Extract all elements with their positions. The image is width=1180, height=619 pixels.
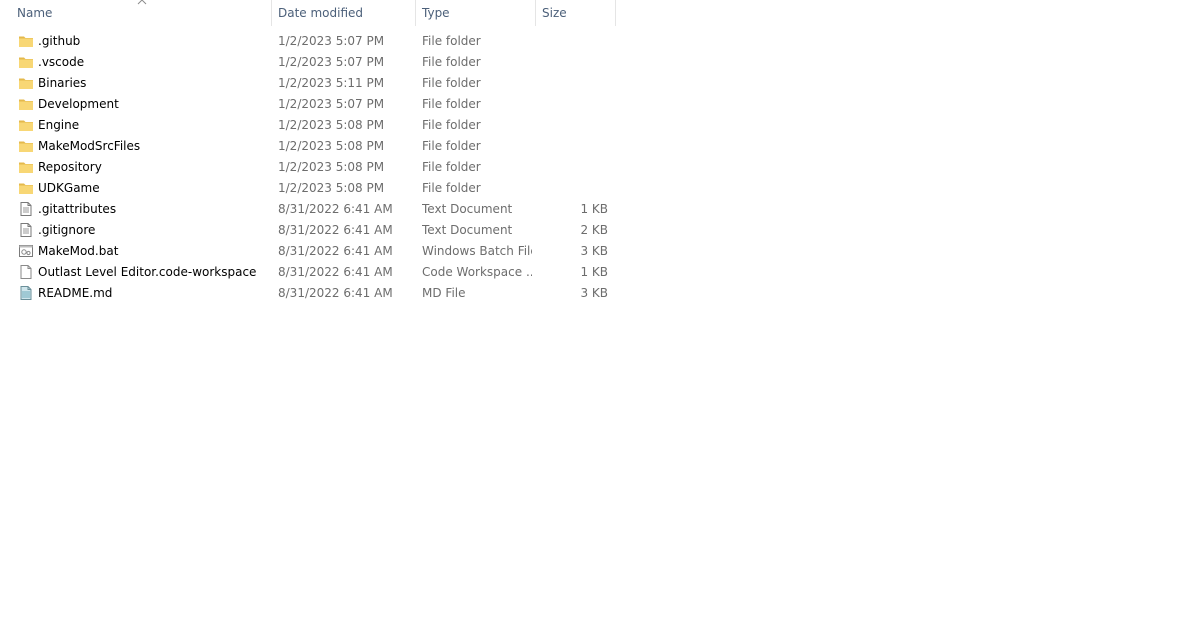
file-name: MakeModSrcFiles (38, 139, 141, 153)
folder-icon (18, 94, 34, 115)
folder-icon (18, 52, 34, 73)
column-header-date-modified[interactable]: Date modified (272, 0, 416, 26)
column-header-date-label: Date modified (278, 6, 364, 20)
file-row[interactable]: .gitignore 8/31/2022 6:41 AM Text Document… (0, 220, 616, 241)
file-type: File folder (422, 34, 481, 48)
file-type: MD File (422, 286, 466, 300)
folder-icon (18, 157, 34, 178)
file-date-modified: 1/2/2023 5:08 PM (278, 118, 385, 132)
file-date-modified: 8/31/2022 6:41 AM (278, 202, 393, 216)
file-size: 3 KB (580, 244, 608, 258)
file-row[interactable]: MakeModSrcFiles 1/2/2023 5:08 PM File fold… (0, 136, 616, 157)
file-date-modified: 1/2/2023 5:07 PM (278, 97, 385, 111)
file-size: 1 KB (580, 202, 608, 216)
text-document-icon (18, 199, 34, 220)
file-type: Windows Batch File (422, 244, 532, 258)
column-header-size[interactable]: Size (536, 0, 616, 26)
file-row[interactable]: .github 1/2/2023 5:07 PM File folder (0, 31, 616, 52)
file-date-modified: 8/31/2022 6:41 AM (278, 265, 393, 279)
file-name: UDKGame (38, 181, 100, 195)
file-date-modified: 8/31/2022 6:41 AM (278, 223, 393, 237)
folder-icon (18, 136, 34, 157)
file-row[interactable]: Binaries 1/2/2023 5:11 PM File folder (0, 73, 616, 94)
file-type: File folder (422, 76, 481, 90)
column-header-type[interactable]: Type (416, 0, 536, 26)
sort-ascending-icon (137, 0, 147, 5)
file-size (540, 136, 608, 157)
folder-icon (18, 73, 34, 94)
file-list: .github 1/2/2023 5:07 PM File folder .vscod… (0, 31, 616, 304)
file-type: Text Document (422, 223, 513, 237)
file-type: File folder (422, 97, 481, 111)
file-size (540, 115, 608, 136)
file-name: README.md (38, 286, 113, 300)
file-type: Text Document (422, 202, 513, 216)
file-name: MakeMod.bat (38, 244, 119, 258)
file-size (540, 157, 608, 178)
file-row[interactable]: .gitattributes 8/31/2022 6:41 AM Text Docu… (0, 199, 616, 220)
file-name: Outlast Level Editor.code-workspace (38, 265, 257, 279)
file-size (540, 52, 608, 73)
file-name: Development (38, 97, 119, 111)
file-date-modified: 1/2/2023 5:08 PM (278, 181, 385, 195)
file-date-modified: 8/31/2022 6:41 AM (278, 286, 393, 300)
file-name: .github (38, 34, 81, 48)
blank-file-icon (18, 262, 34, 283)
file-type: File folder (422, 55, 481, 69)
file-name: Repository (38, 160, 102, 174)
column-header-name-label: Name (17, 6, 53, 20)
file-size (540, 73, 608, 94)
file-row[interactable]: README.md 8/31/2022 6:41 AM MD File 3 KB (0, 283, 616, 304)
file-row[interactable]: Engine 1/2/2023 5:08 PM File folder (0, 115, 616, 136)
file-name: .vscode (38, 55, 85, 69)
file-date-modified: 1/2/2023 5:08 PM (278, 160, 385, 174)
file-date-modified: 1/2/2023 5:07 PM (278, 34, 385, 48)
file-size (540, 94, 608, 115)
file-size: 1 KB (580, 265, 608, 279)
file-type: File folder (422, 139, 481, 153)
file-size: 2 KB (580, 223, 608, 237)
file-size: 3 KB (580, 286, 608, 300)
file-row[interactable]: UDKGame 1/2/2023 5:08 PM File folder (0, 178, 616, 199)
folder-icon (18, 115, 34, 136)
md-file-icon (18, 283, 34, 304)
column-header-size-label: Size (542, 6, 567, 20)
file-size (540, 31, 608, 52)
folder-icon (18, 31, 34, 52)
file-type: File folder (422, 160, 481, 174)
file-row[interactable]: Repository 1/2/2023 5:08 PM File folder (0, 157, 616, 178)
file-size (540, 178, 608, 199)
folder-icon (18, 178, 34, 199)
file-row[interactable]: MakeMod.bat 8/31/2022 6:41 AM Windows Batc… (0, 241, 616, 262)
file-date-modified: 1/2/2023 5:08 PM (278, 139, 385, 153)
file-date-modified: 8/31/2022 6:41 AM (278, 244, 393, 258)
file-name: Engine (38, 118, 80, 132)
file-name: Binaries (38, 76, 87, 90)
file-name: .gitignore (38, 223, 96, 237)
file-row[interactable]: Outlast Level Editor.code-workspace 8/31/… (0, 262, 616, 283)
file-type: File folder (422, 181, 481, 195)
file-type: Code Workspace ... (422, 265, 532, 279)
column-header-bar: Name Date modified Type Size (0, 0, 616, 26)
column-header-type-label: Type (422, 6, 450, 20)
file-name: .gitattributes (38, 202, 117, 216)
file-row[interactable]: Development 1/2/2023 5:07 PM File folder (0, 94, 616, 115)
file-row[interactable]: .vscode 1/2/2023 5:07 PM File folder (0, 52, 616, 73)
column-separator[interactable] (615, 0, 616, 26)
text-document-icon (18, 220, 34, 241)
file-date-modified: 1/2/2023 5:07 PM (278, 55, 385, 69)
file-type: File folder (422, 118, 481, 132)
file-date-modified: 1/2/2023 5:11 PM (278, 76, 385, 90)
batch-file-icon (18, 241, 34, 262)
